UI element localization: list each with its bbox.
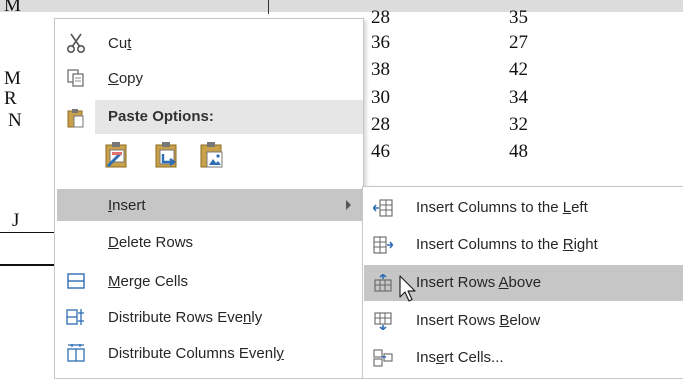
insert-rows-above-icon: [372, 273, 394, 293]
paste-picture-icon: [200, 142, 223, 168]
paste-merge-formatting-button[interactable]: [153, 140, 181, 170]
copy-label: Copy: [108, 70, 144, 87]
insert-cells-icon: [372, 348, 394, 368]
table-border: [0, 232, 54, 233]
distribute-rows-menu-item[interactable]: Distribute Rows Evenly: [57, 301, 363, 333]
distribute-columns-label: Distribute Columns Evenly: [108, 345, 284, 362]
cell-value: 46: [371, 141, 390, 162]
cell-value: 28: [371, 114, 390, 135]
insert-rows-below-label: Insert Rows Below: [416, 312, 541, 329]
cell-value: 36: [371, 32, 390, 53]
delete-rows-menu-item[interactable]: Delete Rows: [57, 226, 363, 258]
copy-icon: [65, 68, 87, 88]
insert-columns-left-item[interactable]: Insert Columns to the Left: [364, 190, 683, 226]
cut-menu-item[interactable]: Cut: [57, 27, 363, 59]
paste-options-label: Paste Options:: [108, 108, 214, 125]
insert-rows-below-icon: [372, 311, 394, 331]
cell-letter: M: [4, 0, 21, 16]
insert-rows-below-item[interactable]: Insert Rows Below: [364, 303, 683, 339]
insert-cells-label: Insert Cells...: [416, 349, 504, 366]
cell-value: 42: [509, 59, 528, 80]
insert-rows-above-label: Insert Rows Above: [416, 274, 542, 291]
insert-columns-right-label: Insert Columns to the Right: [416, 236, 598, 253]
paste-merge-icon: [155, 142, 177, 168]
table-border: [0, 264, 54, 266]
insert-columns-right-icon: [372, 235, 394, 255]
cell-value: 30: [371, 87, 390, 108]
distribute-rows-icon: [65, 307, 87, 327]
insert-menu-item[interactable]: Insert: [57, 189, 363, 221]
insert-columns-right-item[interactable]: Insert Columns to the Right: [364, 227, 683, 263]
cell-value: 27: [509, 32, 528, 53]
paste-keep-source-formatting-button[interactable]: [103, 140, 131, 170]
delete-rows-label: Delete Rows: [108, 234, 194, 251]
context-menu: Cut Copy Paste Options: Insert Delete Ro…: [54, 18, 364, 379]
cell-letter: M: [4, 68, 21, 89]
distribute-rows-label: Distribute Rows Evenly: [108, 309, 263, 326]
merge-cells-label: Merge Cells: [108, 273, 189, 290]
cell-letter: R: [4, 88, 17, 109]
cell-value: 48: [509, 141, 528, 162]
copy-menu-item[interactable]: Copy: [57, 62, 363, 94]
cell-letter: N: [8, 110, 22, 131]
cell-value: 28: [371, 7, 390, 28]
cut-label: Cut: [108, 35, 132, 52]
paste-keep-formatting-icon: [105, 142, 127, 168]
distribute-columns-menu-item[interactable]: Distribute Columns Evenly: [57, 337, 363, 369]
scissors-icon: [65, 33, 87, 54]
mouse-pointer-icon: [399, 275, 419, 305]
merge-cells-icon: [65, 271, 87, 291]
insert-cells-item[interactable]: Insert Cells...: [364, 340, 683, 376]
cell-value: 34: [509, 87, 528, 108]
clipboard-icon: [65, 107, 87, 128]
insert-columns-left-label: Insert Columns to the Left: [416, 199, 588, 216]
insert-label: Insert: [108, 197, 146, 214]
insert-columns-left-icon: [372, 198, 394, 218]
cell-value: 38: [371, 59, 390, 80]
selected-row-band: [0, 0, 683, 12]
cell-value: 32: [509, 114, 528, 135]
table-border: [268, 0, 269, 14]
paste-options-header: Paste Options:: [95, 100, 363, 134]
merge-cells-menu-item[interactable]: Merge Cells: [57, 265, 363, 297]
paste-picture-button[interactable]: [198, 140, 226, 170]
cell-letter: J: [12, 210, 20, 231]
submenu-arrow-icon: [346, 200, 351, 210]
cell-value: 35: [509, 7, 528, 28]
distribute-columns-icon: [65, 343, 87, 363]
